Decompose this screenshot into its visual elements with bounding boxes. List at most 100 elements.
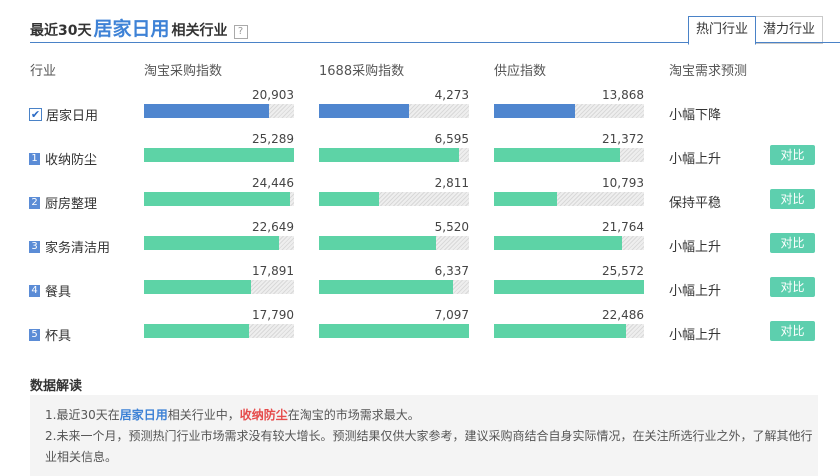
column-header-taobao-index: 淘宝采购指数	[144, 64, 223, 79]
taobao-value: 17,790	[252, 308, 294, 322]
compare-button[interactable]: 对比	[770, 277, 815, 297]
a1688-bar	[319, 324, 469, 338]
supply-value: 21,372	[602, 132, 644, 146]
a1688-value: 2,811	[434, 176, 469, 190]
taobao-bar-track	[144, 280, 294, 294]
taobao-bar	[144, 148, 294, 162]
supply-bar-track	[494, 192, 644, 206]
taobao-bar	[144, 104, 269, 118]
industry-name-cell: 5 杯具	[29, 325, 71, 344]
tab-bar: 热门行业 潜力行业	[688, 16, 824, 45]
taobao-bar-track	[144, 104, 294, 118]
supply-bar-track	[494, 104, 644, 118]
demand-trend: 小幅上升	[669, 152, 722, 167]
a1688-value: 6,595	[434, 132, 469, 146]
a1688-bar	[319, 236, 436, 250]
industry-name: 杯具	[45, 329, 72, 344]
rank-badge: 3	[29, 240, 40, 253]
taobao-value: 24,446	[252, 176, 294, 190]
supply-bar-track	[494, 280, 644, 294]
compare-button[interactable]: 对比	[770, 145, 815, 165]
supply-bar	[494, 280, 644, 294]
rank-badge: 2	[29, 196, 40, 209]
title-divider	[30, 42, 688, 43]
title-category: 居家日用	[93, 18, 170, 40]
industry-name: 家务清洁用	[45, 241, 111, 256]
a1688-bar	[319, 104, 409, 118]
supply-bar-track	[494, 324, 644, 338]
help-icon[interactable]: ?	[233, 25, 248, 39]
industry-name-cell: 1 收纳防尘	[29, 149, 97, 168]
rank-badge: 5	[29, 328, 40, 341]
checkbox-icon[interactable]: ✔	[29, 108, 42, 121]
analysis-text: 1.最近30天在居家日用相关行业中，收纳防尘在淘宝的市场需求最大。 2.未来一个…	[45, 405, 815, 468]
taobao-value: 20,903	[252, 88, 294, 102]
title-prefix: 最近30天	[30, 23, 92, 39]
industry-name-cell: 4 餐具	[29, 281, 71, 300]
taobao-bar-track	[144, 236, 294, 250]
supply-bar	[494, 104, 575, 118]
taobao-bar	[144, 280, 251, 294]
a1688-value: 5,520	[434, 220, 469, 234]
column-header-industry: 行业	[30, 64, 57, 79]
tab-divider	[755, 42, 840, 43]
a1688-bar	[319, 280, 453, 294]
supply-bar-track	[494, 236, 644, 250]
taobao-bar-track	[144, 192, 294, 206]
supply-value: 25,572	[602, 264, 644, 278]
industry-name-cell: ✔ 居家日用	[29, 105, 98, 124]
supply-value: 10,793	[602, 176, 644, 190]
supply-bar	[494, 148, 620, 162]
industry-name: 收纳防尘	[45, 153, 98, 168]
analysis-line-1: 1.最近30天在居家日用相关行业中，收纳防尘在淘宝的市场需求最大。	[45, 405, 815, 426]
industry-name-cell: 3 家务清洁用	[29, 237, 110, 256]
column-header-1688-index: 1688采购指数	[319, 64, 405, 79]
taobao-bar	[144, 324, 249, 338]
supply-value: 22,486	[602, 308, 644, 322]
taobao-bar	[144, 192, 290, 206]
supply-bar	[494, 192, 557, 206]
a1688-bar	[319, 192, 379, 206]
compare-button[interactable]: 对比	[770, 189, 815, 209]
analysis-text-part: 相关行业中，	[167, 408, 240, 422]
tab-hot-industry[interactable]: 热门行业	[688, 16, 757, 45]
analysis-text-part: 在淘宝的市场需求最大。	[287, 408, 420, 422]
analysis-box: 1.最近30天在居家日用相关行业中，收纳防尘在淘宝的市场需求最大。 2.未来一个…	[30, 395, 818, 476]
analysis-highlight-top-industry: 收纳防尘	[239, 408, 288, 422]
page-title: 最近30天 居家日用 相关行业 ?	[30, 14, 248, 41]
supply-value: 13,868	[602, 88, 644, 102]
a1688-value: 4,273	[434, 88, 469, 102]
a1688-bar-track	[319, 192, 469, 206]
analysis-text-part: 1.最近30天在	[45, 408, 120, 422]
demand-trend: 小幅上升	[669, 284, 722, 299]
taobao-bar-track	[144, 324, 294, 338]
analysis-highlight-category: 居家日用	[119, 408, 168, 422]
a1688-bar	[319, 148, 459, 162]
a1688-bar-track	[319, 236, 469, 250]
a1688-bar-track	[319, 324, 469, 338]
demand-trend: 小幅下降	[669, 108, 722, 123]
supply-bar-track	[494, 148, 644, 162]
demand-trend: 小幅上升	[669, 328, 722, 343]
taobao-value: 17,891	[252, 264, 294, 278]
a1688-value: 6,337	[434, 264, 469, 278]
title-suffix: 相关行业	[171, 23, 228, 39]
compare-button[interactable]: 对比	[770, 321, 815, 341]
taobao-bar	[144, 236, 279, 250]
column-header-demand-forecast: 淘宝需求预测	[669, 64, 748, 79]
taobao-value: 22,649	[252, 220, 294, 234]
rank-badge: 1	[29, 152, 40, 165]
demand-trend: 小幅上升	[669, 240, 722, 255]
analysis-line-2: 2.未来一个月，预测热门行业市场需求没有较大增长。预测结果仅供大家参考，建议采购…	[45, 429, 813, 464]
supply-bar	[494, 236, 622, 250]
supply-value: 21,764	[602, 220, 644, 234]
industry-name: 餐具	[45, 285, 72, 300]
column-header-supply-index: 供应指数	[494, 64, 547, 79]
industry-name-cell: 2 厨房整理	[29, 193, 97, 212]
industry-name: 厨房整理	[45, 197, 98, 212]
rank-badge: 4	[29, 284, 40, 297]
analysis-title: 数据解读	[30, 379, 83, 394]
supply-bar	[494, 324, 626, 338]
tab-potential-industry[interactable]: 潜力行业	[756, 16, 824, 44]
compare-button[interactable]: 对比	[770, 233, 815, 253]
